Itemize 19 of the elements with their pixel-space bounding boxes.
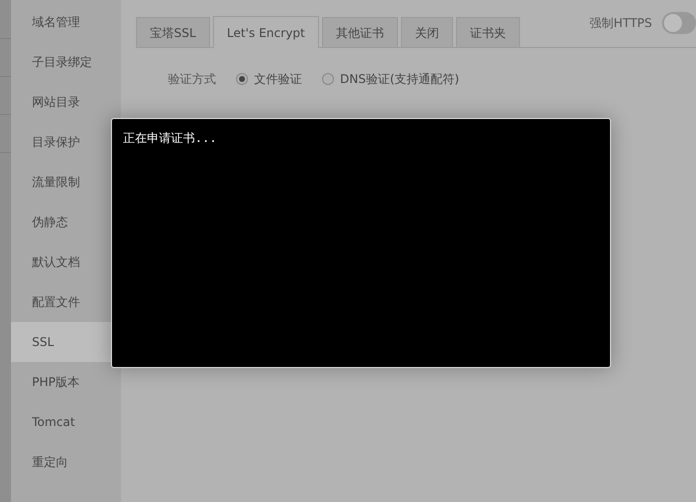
tab[interactable]: 证书夹	[456, 17, 520, 47]
sidebar-item[interactable]: 子目录绑定	[11, 42, 121, 82]
radio-option[interactable]: 文件验证	[236, 70, 302, 88]
tab[interactable]: 宝塔SSL	[136, 17, 210, 47]
console-text: 正在申请证书...	[123, 131, 217, 145]
toggle-switch[interactable]	[662, 12, 696, 34]
sidebar-item[interactable]: 重定向	[11, 442, 121, 482]
sidebar-item[interactable]: PHP版本	[11, 362, 121, 402]
radio-option[interactable]: DNS验证(支持通配符)	[322, 70, 460, 88]
tab[interactable]: 其他证书	[322, 17, 398, 47]
sidebar-item[interactable]: Tomcat	[11, 402, 121, 442]
sidebar-item[interactable]: 域名管理	[11, 2, 121, 42]
sidebar-item[interactable]: 网站目录	[11, 82, 121, 122]
toggle-label: 强制HTTPS	[590, 15, 652, 32]
tab[interactable]: 关闭	[401, 17, 453, 47]
tab[interactable]: Let's Encrypt	[212, 16, 319, 48]
radio-icon[interactable]	[322, 73, 334, 85]
field-label: 验证方式	[168, 71, 216, 88]
radio-icon[interactable]	[236, 73, 248, 85]
